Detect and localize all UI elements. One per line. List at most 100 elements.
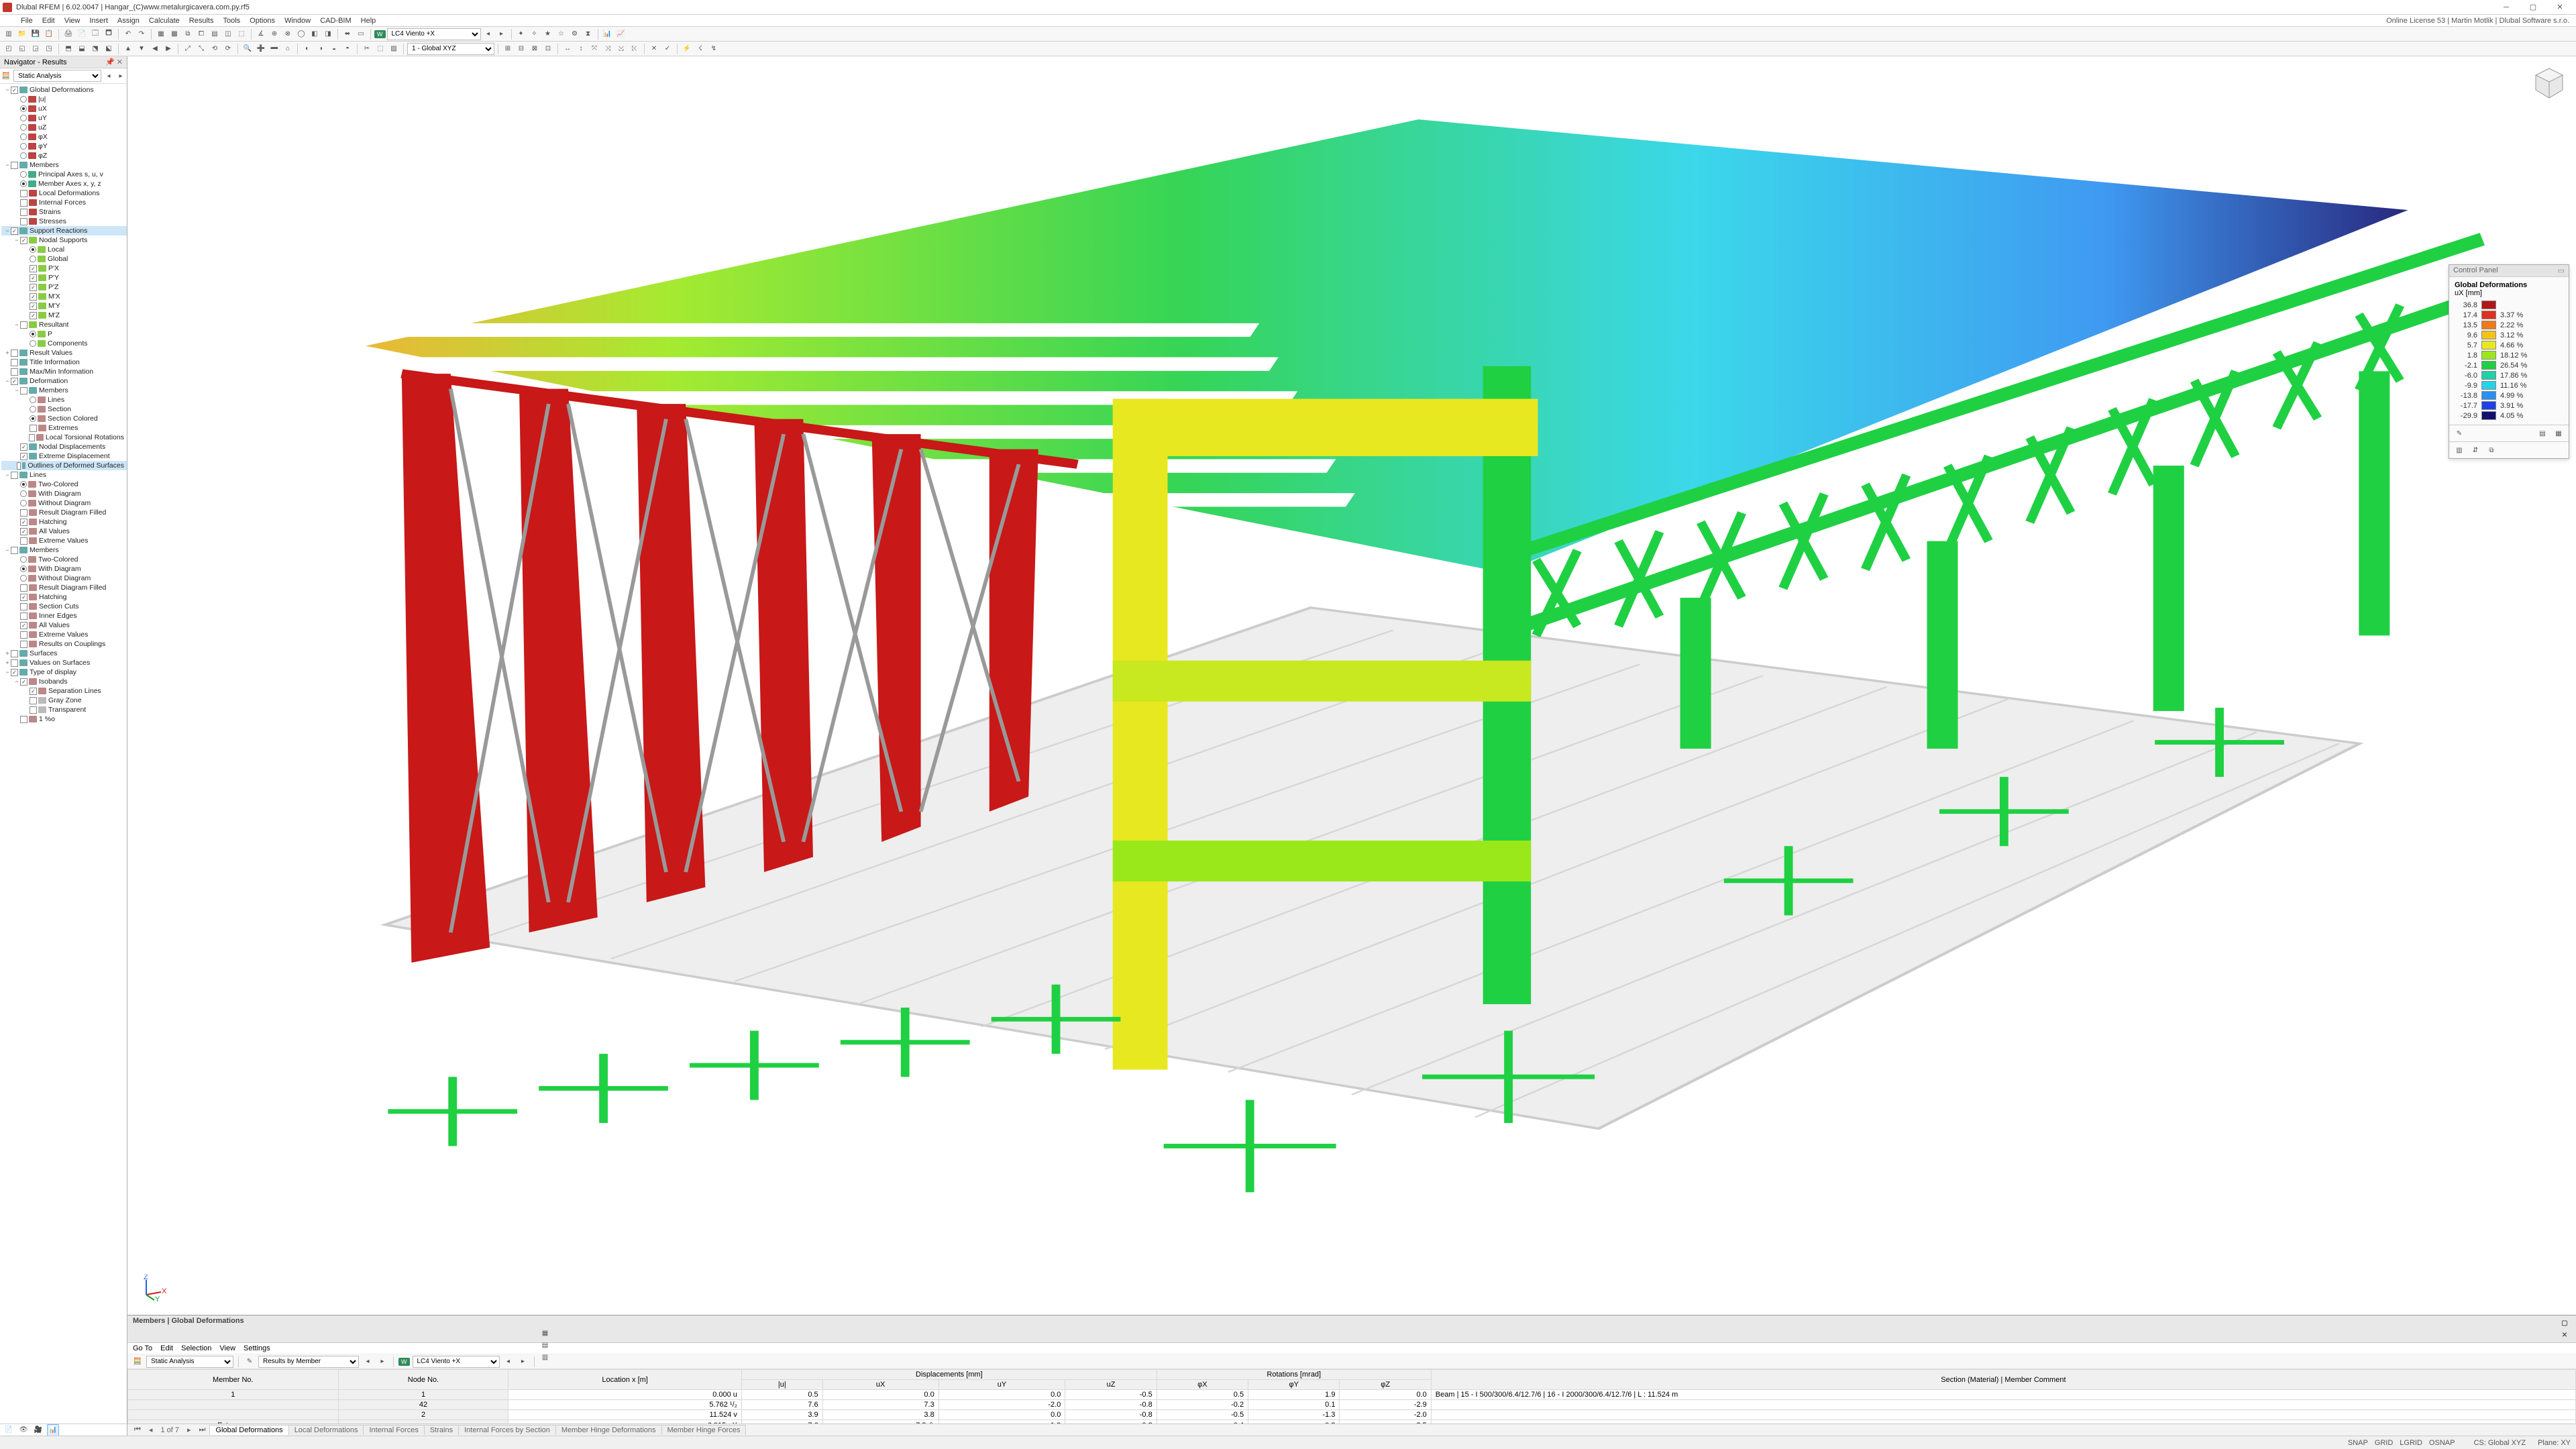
tree-item-19[interactable]: ✓P'X <box>1 264 127 273</box>
results-first-icon[interactable]: ⏮ <box>130 1426 145 1434</box>
tree-item-7[interactable]: φZ <box>1 151 127 160</box>
tree-item-20[interactable]: ✓P'Y <box>1 273 127 282</box>
minimize-button[interactable]: ─ <box>2493 0 2520 14</box>
tb2-shade-a[interactable]: ◐ <box>301 43 313 55</box>
tb2-e[interactable]: ⬒ <box>62 43 74 55</box>
table-row[interactable]: 425.762 ¹/₂7.67.3-2.0-0.8-0.20.1-2.9 <box>128 1400 2576 1410</box>
tree-checkbox[interactable] <box>11 659 18 667</box>
results-lc-prev-icon[interactable]: ◂ <box>502 1356 515 1368</box>
tb2-g[interactable]: ⬔ <box>89 43 101 55</box>
table-row[interactable]: 110.000 u0.50.00.0-0.50.51.90.0Beam | 15… <box>128 1390 2576 1400</box>
tree-item-58[interactable]: Extreme Values <box>1 630 127 639</box>
tb2-l[interactable]: ▶ <box>162 43 174 55</box>
tree-item-11[interactable]: Local Deformations <box>1 189 127 198</box>
tree-radio[interactable] <box>20 500 27 506</box>
results-menu-edit[interactable]: Edit <box>160 1344 173 1352</box>
results-tab-strains[interactable]: Strains <box>424 1425 459 1435</box>
tb2-iso-icon[interactable]: ⬚ <box>374 43 386 55</box>
tb2-i[interactable]: ▲ <box>122 43 134 55</box>
menu-file[interactable]: File <box>16 15 38 27</box>
results-menu-go-to[interactable]: Go To <box>133 1344 152 1352</box>
menu-results[interactable]: Results <box>184 15 219 27</box>
tree-checkbox[interactable]: ✓ <box>11 87 18 94</box>
tree-item-2[interactable]: uX <box>1 104 127 113</box>
tree-checkbox[interactable]: ✓ <box>20 237 28 244</box>
tb2-d[interactable]: ◳ <box>43 43 55 55</box>
tree-item-16[interactable]: −✓Nodal Supports <box>1 235 127 245</box>
tree-item-36[interactable]: Extremes <box>1 423 127 433</box>
tb2-z[interactable]: ⤪ <box>629 43 641 55</box>
tree-checkbox[interactable] <box>20 716 28 723</box>
tree-radio[interactable] <box>20 575 27 582</box>
results-tool-4[interactable]: ▦ <box>539 1328 551 1340</box>
results-analysis-icon[interactable]: 🧮 <box>131 1356 144 1368</box>
axis-gizmo[interactable]: Z X Y <box>140 1275 166 1301</box>
tree-checkbox[interactable]: ✓ <box>30 688 37 695</box>
tree-item-4[interactable]: uZ <box>1 123 127 132</box>
tb2-f[interactable]: ⬓ <box>76 43 88 55</box>
tb2-m[interactable]: ⤢ <box>182 43 194 55</box>
tree-radio[interactable] <box>20 133 27 140</box>
tb2-x[interactable]: ⤨ <box>602 43 614 55</box>
tree-checkbox[interactable] <box>20 190 28 197</box>
tb-angle-icon[interactable]: ∡ <box>255 28 267 40</box>
tree-checkbox[interactable] <box>20 199 28 207</box>
tree-radio[interactable] <box>30 331 36 337</box>
menu-insert[interactable]: Insert <box>85 15 113 27</box>
tree-checkbox[interactable]: ✓ <box>30 274 37 282</box>
tree-radio[interactable] <box>20 566 27 572</box>
tree-item-67[interactable]: 1 %o <box>1 714 127 724</box>
tree-checkbox[interactable] <box>11 472 18 479</box>
results-tab-member-hinge-deformations[interactable]: Member Hinge Deformations <box>555 1425 662 1435</box>
tb-tile-icon[interactable]: 🗖 <box>103 28 115 40</box>
tree-checkbox[interactable]: ✓ <box>20 453 28 460</box>
tb-lc-combo[interactable]: LC4 Viento +X <box>387 28 481 40</box>
tb-diagram-icon[interactable]: 📈 <box>615 28 627 40</box>
tree-item-47[interactable]: ✓All Values <box>1 527 127 536</box>
tb-calc-b-icon[interactable]: ✧ <box>529 28 541 40</box>
tree-item-32[interactable]: −Members <box>1 386 127 395</box>
tree-radio[interactable] <box>30 246 36 253</box>
tb-node-icon[interactable]: ⊕ <box>268 28 280 40</box>
tree-item-63[interactable]: −✓Isobands <box>1 677 127 686</box>
results-lc-next-icon[interactable]: ▸ <box>517 1356 529 1368</box>
tree-checkbox[interactable] <box>20 218 28 225</box>
results-tab-local-deformations[interactable]: Local Deformations <box>288 1425 364 1435</box>
tb-window-icon[interactable]: 🗔 <box>89 28 101 40</box>
tb-time-icon[interactable]: ⧗ <box>582 28 594 40</box>
menu-calculate[interactable]: Calculate <box>144 15 184 27</box>
tree-radio[interactable] <box>20 556 27 563</box>
close-button[interactable]: ✕ <box>2546 0 2573 14</box>
tree-checkbox[interactable]: ✓ <box>20 528 28 535</box>
tree-item-54[interactable]: ✓Hatching <box>1 592 127 602</box>
tb2-shade-d[interactable]: ◓ <box>341 43 354 55</box>
tb-dim-icon[interactable]: ⬌ <box>341 28 354 40</box>
tb2-hatch-icon[interactable]: ▨ <box>388 43 400 55</box>
tb2-zoom-icon[interactable]: 🔍 <box>241 43 254 55</box>
tree-item-52[interactable]: Without Diagram <box>1 574 127 583</box>
tree-checkbox[interactable] <box>11 547 18 554</box>
cp-tool-b-icon[interactable]: ▦ <box>2553 427 2565 439</box>
tree-item-3[interactable]: uY <box>1 113 127 123</box>
nav-mode-icon[interactable]: 🧮 <box>0 70 12 82</box>
tree-item-21[interactable]: ✓P'Z <box>1 282 127 292</box>
tb-new-icon[interactable]: ▥ <box>3 28 15 40</box>
tb2-n[interactable]: ⤡ <box>195 43 207 55</box>
tree-radio[interactable] <box>20 143 27 150</box>
tree-item-33[interactable]: Lines <box>1 395 127 405</box>
tb-array-icon[interactable]: ▤ <box>209 28 221 40</box>
tree-item-10[interactable]: Member Axes x, y, z <box>1 179 127 189</box>
tree-item-13[interactable]: Strains <box>1 207 127 217</box>
results-menu-view[interactable]: View <box>219 1344 235 1352</box>
tb-grid-a-icon[interactable]: ▦ <box>155 28 167 40</box>
tb-del-icon[interactable]: ⊗ <box>282 28 294 40</box>
tree-item-28[interactable]: +Result Values <box>1 348 127 358</box>
tb2-zoomin-icon[interactable]: ➕ <box>255 43 267 55</box>
results-by-prev-icon[interactable]: ◂ <box>362 1356 374 1368</box>
tree-radio[interactable] <box>30 256 36 262</box>
tree-checkbox[interactable] <box>11 368 18 376</box>
results-analysis-combo[interactable]: Static Analysis <box>146 1356 233 1368</box>
tb-print-icon[interactable]: 🖨 <box>62 28 74 40</box>
menu-view[interactable]: View <box>60 15 85 27</box>
tree-checkbox[interactable]: ✓ <box>11 378 18 385</box>
